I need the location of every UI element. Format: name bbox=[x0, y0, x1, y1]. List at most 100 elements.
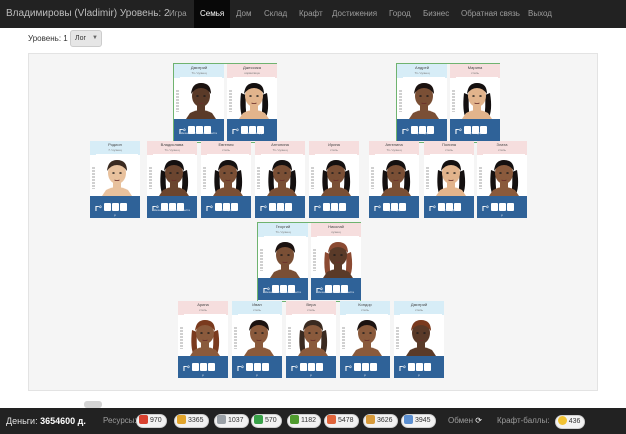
nav-item-city[interactable]: Город bbox=[389, 0, 411, 28]
member-portrait bbox=[264, 236, 306, 278]
member-card[interactable]: Ирина стиль Г° стиль(1) bbox=[309, 141, 359, 218]
nav-item-storage[interactable]: Склад bbox=[264, 0, 287, 28]
level-label: Уровень: 1 bbox=[28, 34, 68, 43]
member-actions: Г° bbox=[455, 121, 488, 136]
nav-item-family[interactable]: Семья bbox=[194, 0, 231, 28]
member-portrait bbox=[238, 314, 280, 356]
member-stat-bars bbox=[479, 167, 482, 189]
feed-icon[interactable] bbox=[200, 363, 207, 371]
stairs-icon bbox=[366, 415, 375, 424]
resources-label: Ресурсы: bbox=[103, 416, 137, 425]
member-card[interactable]: Вера стиль Г° р bbox=[286, 301, 336, 378]
gift-icon[interactable] bbox=[491, 203, 498, 211]
gift-icon[interactable] bbox=[354, 363, 361, 371]
member-card[interactable]: Дмитрий 71 / кузнец Г° Незнакомствовать … bbox=[174, 64, 224, 141]
member-card[interactable]: Кондор стиль Г° р bbox=[340, 301, 390, 378]
member-actions: Г° bbox=[345, 358, 378, 373]
craft-points: Крафт-баллы: 436 bbox=[497, 408, 586, 434]
nav-item-craft[interactable]: Крафт bbox=[299, 0, 323, 28]
money-display: Деньги: 3654600 д. bbox=[6, 408, 86, 434]
brand-title[interactable]: Владимировы (Vladimir) Уровень: 2 bbox=[6, 0, 170, 28]
member-actions: Г° bbox=[399, 358, 432, 373]
task-icon[interactable] bbox=[316, 363, 323, 371]
member-card[interactable]: Арина стиль Г° р bbox=[178, 301, 228, 378]
gift-icon[interactable] bbox=[300, 363, 307, 371]
member-status: стиль bbox=[307, 308, 315, 312]
task-icon[interactable] bbox=[370, 363, 377, 371]
top-navbar: Владимировы (Vladimir) Уровень: 2 Игра С… bbox=[0, 0, 626, 28]
member-card[interactable]: Полина стиль Г° кузнец(1) bbox=[424, 141, 474, 218]
feed-icon[interactable] bbox=[112, 203, 119, 211]
task-icon[interactable] bbox=[424, 363, 431, 371]
money-value: 3654600 д. bbox=[40, 416, 86, 426]
level-select-value: Лог bbox=[75, 35, 87, 42]
task-icon[interactable] bbox=[120, 203, 127, 211]
member-portrait bbox=[456, 77, 498, 119]
member-job: Незнакомая(1) bbox=[241, 131, 263, 135]
member-card[interactable]: Николай кузнец Г° Незнакомствовать вмест… bbox=[311, 223, 361, 300]
task-icon[interactable] bbox=[507, 203, 514, 211]
flask-icon bbox=[404, 415, 413, 424]
member-card[interactable]: Ангелина 71 / кузнец Г° кузнец(1) bbox=[369, 141, 419, 218]
horizontal-scrollbar[interactable] bbox=[84, 401, 102, 408]
exchange-button[interactable]: Обмен ⟳ bbox=[448, 408, 482, 434]
member-actions: Г° bbox=[237, 358, 270, 373]
feed-icon[interactable] bbox=[362, 363, 369, 371]
member-actions: Г° bbox=[291, 358, 324, 373]
member-status: стиль bbox=[498, 148, 506, 152]
member-name: Дмитрий bbox=[190, 65, 208, 70]
nav-item-logout[interactable]: Выход bbox=[528, 0, 552, 28]
resource-value: 1037 bbox=[228, 417, 244, 424]
member-card[interactable]: Владислава 71 / кузнец Г° Незнакомствова… bbox=[147, 141, 197, 218]
feed-icon[interactable] bbox=[416, 363, 423, 371]
nav-item-game[interactable]: Игра bbox=[169, 0, 187, 28]
member-card[interactable]: Дмитрий стиль Г° р bbox=[394, 301, 444, 378]
nav-item-home[interactable]: Дом bbox=[236, 0, 251, 28]
member-status: стиль bbox=[471, 71, 479, 75]
member-card[interactable]: Евгения стиль Г° стиль(1) bbox=[201, 141, 251, 218]
member-name: Владислава bbox=[160, 142, 184, 147]
member-portrait bbox=[180, 77, 222, 119]
member-stat-bars bbox=[311, 167, 314, 189]
nav-item-feedback[interactable]: Обратная связь bbox=[461, 0, 520, 28]
feed-icon[interactable] bbox=[254, 363, 261, 371]
member-status: стиль bbox=[415, 308, 423, 312]
task-icon[interactable] bbox=[262, 363, 269, 371]
member-portrait bbox=[315, 154, 357, 196]
gift-icon[interactable] bbox=[246, 363, 253, 371]
task-icon[interactable] bbox=[208, 363, 215, 371]
resource-badge: 3365 bbox=[174, 414, 209, 428]
member-job: кузнец(1) bbox=[387, 208, 401, 212]
member-card[interactable]: Антонина 71 / кузнец Г° стиль(1) bbox=[255, 141, 305, 218]
resource-badge: 5478 bbox=[324, 414, 359, 428]
member-card[interactable]: Марина стиль Г° кузнец(1) bbox=[450, 64, 500, 141]
member-stat-bars bbox=[180, 327, 183, 349]
gift-icon[interactable] bbox=[192, 363, 199, 371]
member-card[interactable]: Джессика кормилица Г° Незнакомая(1) bbox=[227, 64, 277, 141]
nav-item-achievements[interactable]: Достижения bbox=[332, 0, 377, 28]
member-actions: Г° bbox=[206, 198, 239, 213]
member-stat-bars bbox=[288, 327, 291, 349]
gift-icon[interactable] bbox=[104, 203, 111, 211]
member-card[interactable]: Злата стиль Г° р bbox=[477, 141, 527, 218]
member-stat-bars bbox=[426, 167, 429, 189]
resource-badge: 970 bbox=[136, 414, 167, 428]
member-actions: Г° bbox=[95, 198, 128, 213]
member-name: Ирина bbox=[328, 142, 340, 147]
member-card[interactable]: Андрей 71 / кузнец Г° кузнец(1) bbox=[397, 64, 447, 141]
feed-icon[interactable] bbox=[308, 363, 315, 371]
gift-icon[interactable] bbox=[408, 363, 415, 371]
level-select[interactable]: Лог ▼ bbox=[70, 30, 102, 47]
member-job: Незнакомствовать вместе bbox=[317, 290, 355, 294]
member-card[interactable]: Иван стиль Г° р bbox=[232, 301, 282, 378]
nav-item-business[interactable]: Бизнес bbox=[423, 0, 449, 28]
member-card[interactable]: Георгий 71 / кузнец Г° Незнакомствовать … bbox=[258, 223, 308, 300]
member-status: кузнец bbox=[331, 230, 341, 234]
apple-icon bbox=[139, 415, 148, 424]
member-card[interactable]: Родион 7 / кузнец Г° р bbox=[90, 141, 140, 218]
member-portrait bbox=[153, 154, 195, 196]
feed-icon[interactable] bbox=[499, 203, 506, 211]
member-job: Незнакомствовать вместе bbox=[180, 131, 218, 135]
grass-icon bbox=[290, 415, 299, 424]
member-portrait bbox=[430, 154, 472, 196]
